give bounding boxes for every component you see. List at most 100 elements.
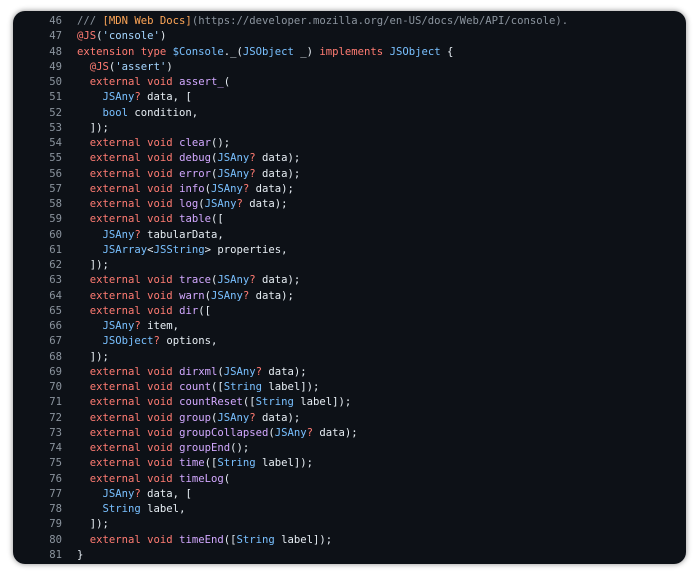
code-token: data); bbox=[255, 274, 301, 287]
code-text: @JS('assert') bbox=[77, 60, 173, 75]
code-token: ._( bbox=[223, 45, 243, 58]
code-token: JSObject bbox=[389, 45, 441, 58]
code-line: 58 external void log(JSAny? data); bbox=[13, 197, 686, 212]
code-token: clear bbox=[179, 137, 211, 149]
line-number: 50 bbox=[49, 76, 62, 88]
code-text: external void clear(); bbox=[77, 136, 230, 151]
code-token: bool bbox=[102, 106, 129, 119]
code-token: implements bbox=[319, 45, 390, 58]
code-token: ]); bbox=[77, 350, 109, 363]
code-token: JSAny bbox=[102, 320, 135, 332]
code-text: external void table([ bbox=[77, 212, 224, 227]
code-block[interactable]: 46 /// [MDN Web Docs](https://developer.m… bbox=[13, 14, 686, 563]
code-token: ]); bbox=[77, 518, 109, 531]
code-token: JSAny bbox=[217, 167, 250, 180]
code-text: external void warn(JSAny? data); bbox=[77, 289, 294, 304]
code-token: log bbox=[179, 198, 199, 210]
line-number: 47 bbox=[49, 30, 62, 43]
line-number: 76 bbox=[49, 472, 62, 485]
code-line: 51 JSAny? data, [ bbox=[13, 90, 686, 105]
line-number: 52 bbox=[49, 106, 62, 119]
code-token: extension type bbox=[77, 45, 173, 58]
code-token: label]); bbox=[255, 457, 314, 470]
code-token: groupCollapsed bbox=[179, 426, 269, 439]
code-text: JSAny? tabularData, bbox=[77, 228, 224, 243]
code-token: ]); bbox=[77, 121, 109, 134]
code-line: 49 @JS('assert') bbox=[13, 60, 686, 75]
code-text: external void debug(JSAny? data); bbox=[77, 151, 301, 166]
code-viewer-window: 46 /// [MDN Web Docs](https://developer.m… bbox=[13, 11, 686, 564]
code-token: dirxml bbox=[179, 365, 218, 378]
code-token: countReset bbox=[179, 396, 243, 409]
line-number: 74 bbox=[49, 442, 62, 454]
code-token: data); bbox=[242, 198, 288, 210]
code-token: String bbox=[236, 533, 275, 546]
code-text: external void dirxml(JSAny? data); bbox=[77, 365, 307, 380]
line-number: 53 bbox=[49, 121, 62, 134]
code-token: data); bbox=[262, 365, 307, 378]
code-token: data); bbox=[255, 152, 301, 165]
code-token: data); bbox=[255, 411, 301, 424]
code-text: external void count([String label]); bbox=[77, 380, 320, 395]
code-line: 55 external void debug(JSAny? data); bbox=[13, 151, 686, 166]
code-text: /// [MDN Web Docs](https://developer.moz… bbox=[77, 14, 568, 29]
code-token: external void bbox=[89, 365, 180, 378]
code-token: (); bbox=[210, 137, 231, 149]
code-text: @JS('console') bbox=[77, 29, 166, 44]
code-token: group bbox=[179, 411, 211, 424]
code-text: external void info(JSAny? data); bbox=[77, 182, 294, 197]
line-number: 55 bbox=[49, 152, 62, 165]
code-token: [MDN Web Docs] bbox=[102, 15, 192, 27]
code-text: ]); bbox=[77, 517, 109, 532]
line-number: 59 bbox=[49, 213, 62, 226]
code-token: external void bbox=[89, 182, 180, 195]
code-text: external void groupEnd(); bbox=[77, 441, 249, 456]
code-token: > properties, bbox=[204, 243, 288, 256]
line-number: 57 bbox=[49, 182, 62, 195]
line-number: 81 bbox=[49, 548, 62, 561]
code-line: 79 ]); bbox=[13, 517, 686, 532]
code-line: 70 external void count([String label]); bbox=[13, 380, 686, 395]
code-line: 80 external void timeEnd([String label])… bbox=[13, 533, 686, 548]
code-token: ]); bbox=[77, 259, 109, 271]
code-token: label]); bbox=[274, 533, 333, 546]
code-token: ( bbox=[223, 472, 231, 485]
code-line: 66 JSAny? item, bbox=[13, 319, 686, 334]
code-line: 59 external void table([ bbox=[13, 212, 686, 227]
code-text: external void timeLog( bbox=[77, 472, 230, 487]
code-line: 75 external void time([String label]); bbox=[13, 456, 686, 471]
code-token: JSAny bbox=[217, 411, 250, 424]
code-token: external void bbox=[89, 396, 180, 409]
code-token: ( bbox=[223, 76, 231, 88]
code-token: ([ bbox=[210, 381, 224, 393]
code-token: external void bbox=[89, 381, 180, 393]
code-token: JSAny bbox=[102, 228, 135, 241]
code-line: 76 external void timeLog( bbox=[13, 472, 686, 487]
code-token: dir bbox=[179, 304, 199, 317]
code-text: bool condition, bbox=[77, 106, 199, 121]
code-token: external void bbox=[89, 411, 180, 424]
code-line: 68 ]); bbox=[13, 350, 686, 365]
code-line: 74 external void groupEnd(); bbox=[13, 441, 686, 456]
code-token: ([ bbox=[223, 533, 237, 546]
code-token: ([ bbox=[210, 213, 224, 226]
code-text: external void time([String label]); bbox=[77, 456, 313, 471]
line-number: 80 bbox=[49, 533, 62, 546]
code-token: error bbox=[179, 167, 211, 180]
code-token: label]); bbox=[262, 381, 320, 393]
code-line: 60 JSAny? tabularData, bbox=[13, 228, 686, 243]
code-text: ]); bbox=[77, 121, 109, 136]
line-number: 61 bbox=[49, 243, 62, 256]
code-token: external void bbox=[89, 167, 180, 180]
code-token: time bbox=[179, 457, 205, 470]
code-token: external void bbox=[89, 198, 180, 210]
